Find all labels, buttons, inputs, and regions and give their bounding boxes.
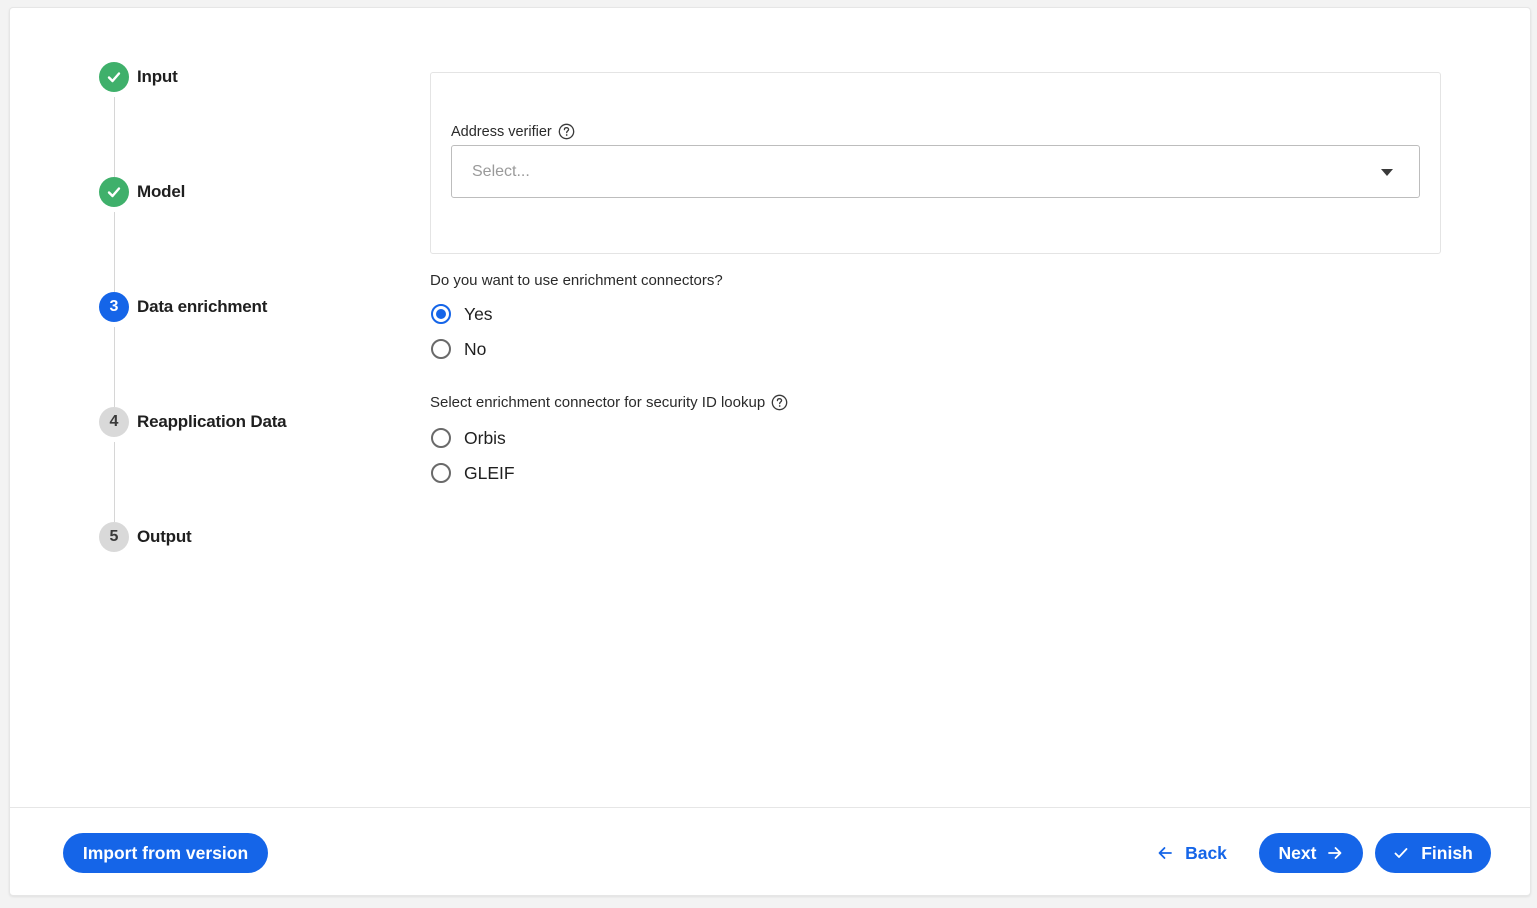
arrow-left-icon — [1157, 845, 1173, 861]
address-verifier-label: Address verifier — [451, 123, 575, 140]
caret-down-icon — [1381, 169, 1393, 176]
step-label: Data enrichment — [137, 297, 268, 316]
address-verifier-label-text: Address verifier — [451, 123, 552, 140]
radio-label: Orbis — [464, 427, 506, 448]
address-verifier-select[interactable]: Select... — [451, 145, 1420, 198]
check-icon — [99, 177, 129, 207]
button-label: Next — [1278, 842, 1317, 863]
address-verifier-panel: Address verifier Select... — [430, 72, 1441, 254]
radio-option-orbis[interactable]: Orbis — [431, 426, 506, 450]
arrow-right-icon — [1327, 845, 1343, 861]
button-label: Finish — [1421, 842, 1473, 863]
step-input[interactable]: Input — [99, 61, 178, 93]
next-button[interactable]: Next — [1259, 833, 1363, 873]
step-connector — [114, 442, 115, 522]
security-lookup-question-text: Select enrichment connector for security… — [430, 394, 766, 411]
select-placeholder: Select... — [472, 162, 530, 180]
button-label: Back — [1185, 842, 1227, 863]
footer-divider — [10, 807, 1530, 808]
enrichment-question: Do you want to use enrichment connectors… — [430, 272, 723, 289]
back-button[interactable]: Back — [1147, 833, 1237, 873]
wizard-card: Input Model 3 Data enrichment 4 Reapplic… — [9, 7, 1531, 896]
step-output[interactable]: 5 Output — [99, 521, 192, 553]
step-data-enrichment[interactable]: 3 Data enrichment — [99, 291, 267, 323]
step-label: Model — [137, 182, 186, 201]
step-label: Input — [137, 67, 178, 86]
step-label: Output — [137, 527, 192, 546]
radio-button[interactable] — [431, 428, 451, 448]
import-from-version-button[interactable]: Import from version — [63, 833, 268, 873]
radio-label: GLEIF — [464, 462, 515, 483]
radio-button[interactable] — [431, 463, 451, 483]
help-circle-icon[interactable] — [771, 394, 788, 411]
step-reapplication-data[interactable]: 4 Reapplication Data — [99, 406, 287, 438]
radio-label: No — [464, 338, 487, 359]
radio-button-checked[interactable] — [431, 304, 451, 324]
radio-option-no[interactable]: No — [431, 337, 486, 361]
finish-button[interactable]: Finish — [1375, 833, 1491, 873]
step-model[interactable]: Model — [99, 176, 185, 208]
check-icon — [1393, 845, 1409, 861]
step-connector — [114, 327, 115, 407]
button-label: Import from version — [82, 842, 249, 863]
step-number: 3 — [99, 292, 129, 322]
check-icon — [99, 62, 129, 92]
step-label: Reapplication Data — [137, 412, 287, 431]
help-circle-icon[interactable] — [558, 123, 575, 140]
step-connector — [114, 212, 115, 292]
step-number: 5 — [99, 522, 129, 552]
radio-label: Yes — [464, 303, 493, 324]
stepper: Input Model 3 Data enrichment 4 Reapplic… — [99, 61, 379, 581]
step-connector — [114, 97, 115, 177]
radio-option-yes[interactable]: Yes — [431, 302, 493, 326]
radio-button[interactable] — [431, 339, 451, 359]
step-number: 4 — [99, 407, 129, 437]
radio-option-gleif[interactable]: GLEIF — [431, 461, 515, 485]
security-lookup-question: Select enrichment connector for security… — [430, 394, 788, 411]
